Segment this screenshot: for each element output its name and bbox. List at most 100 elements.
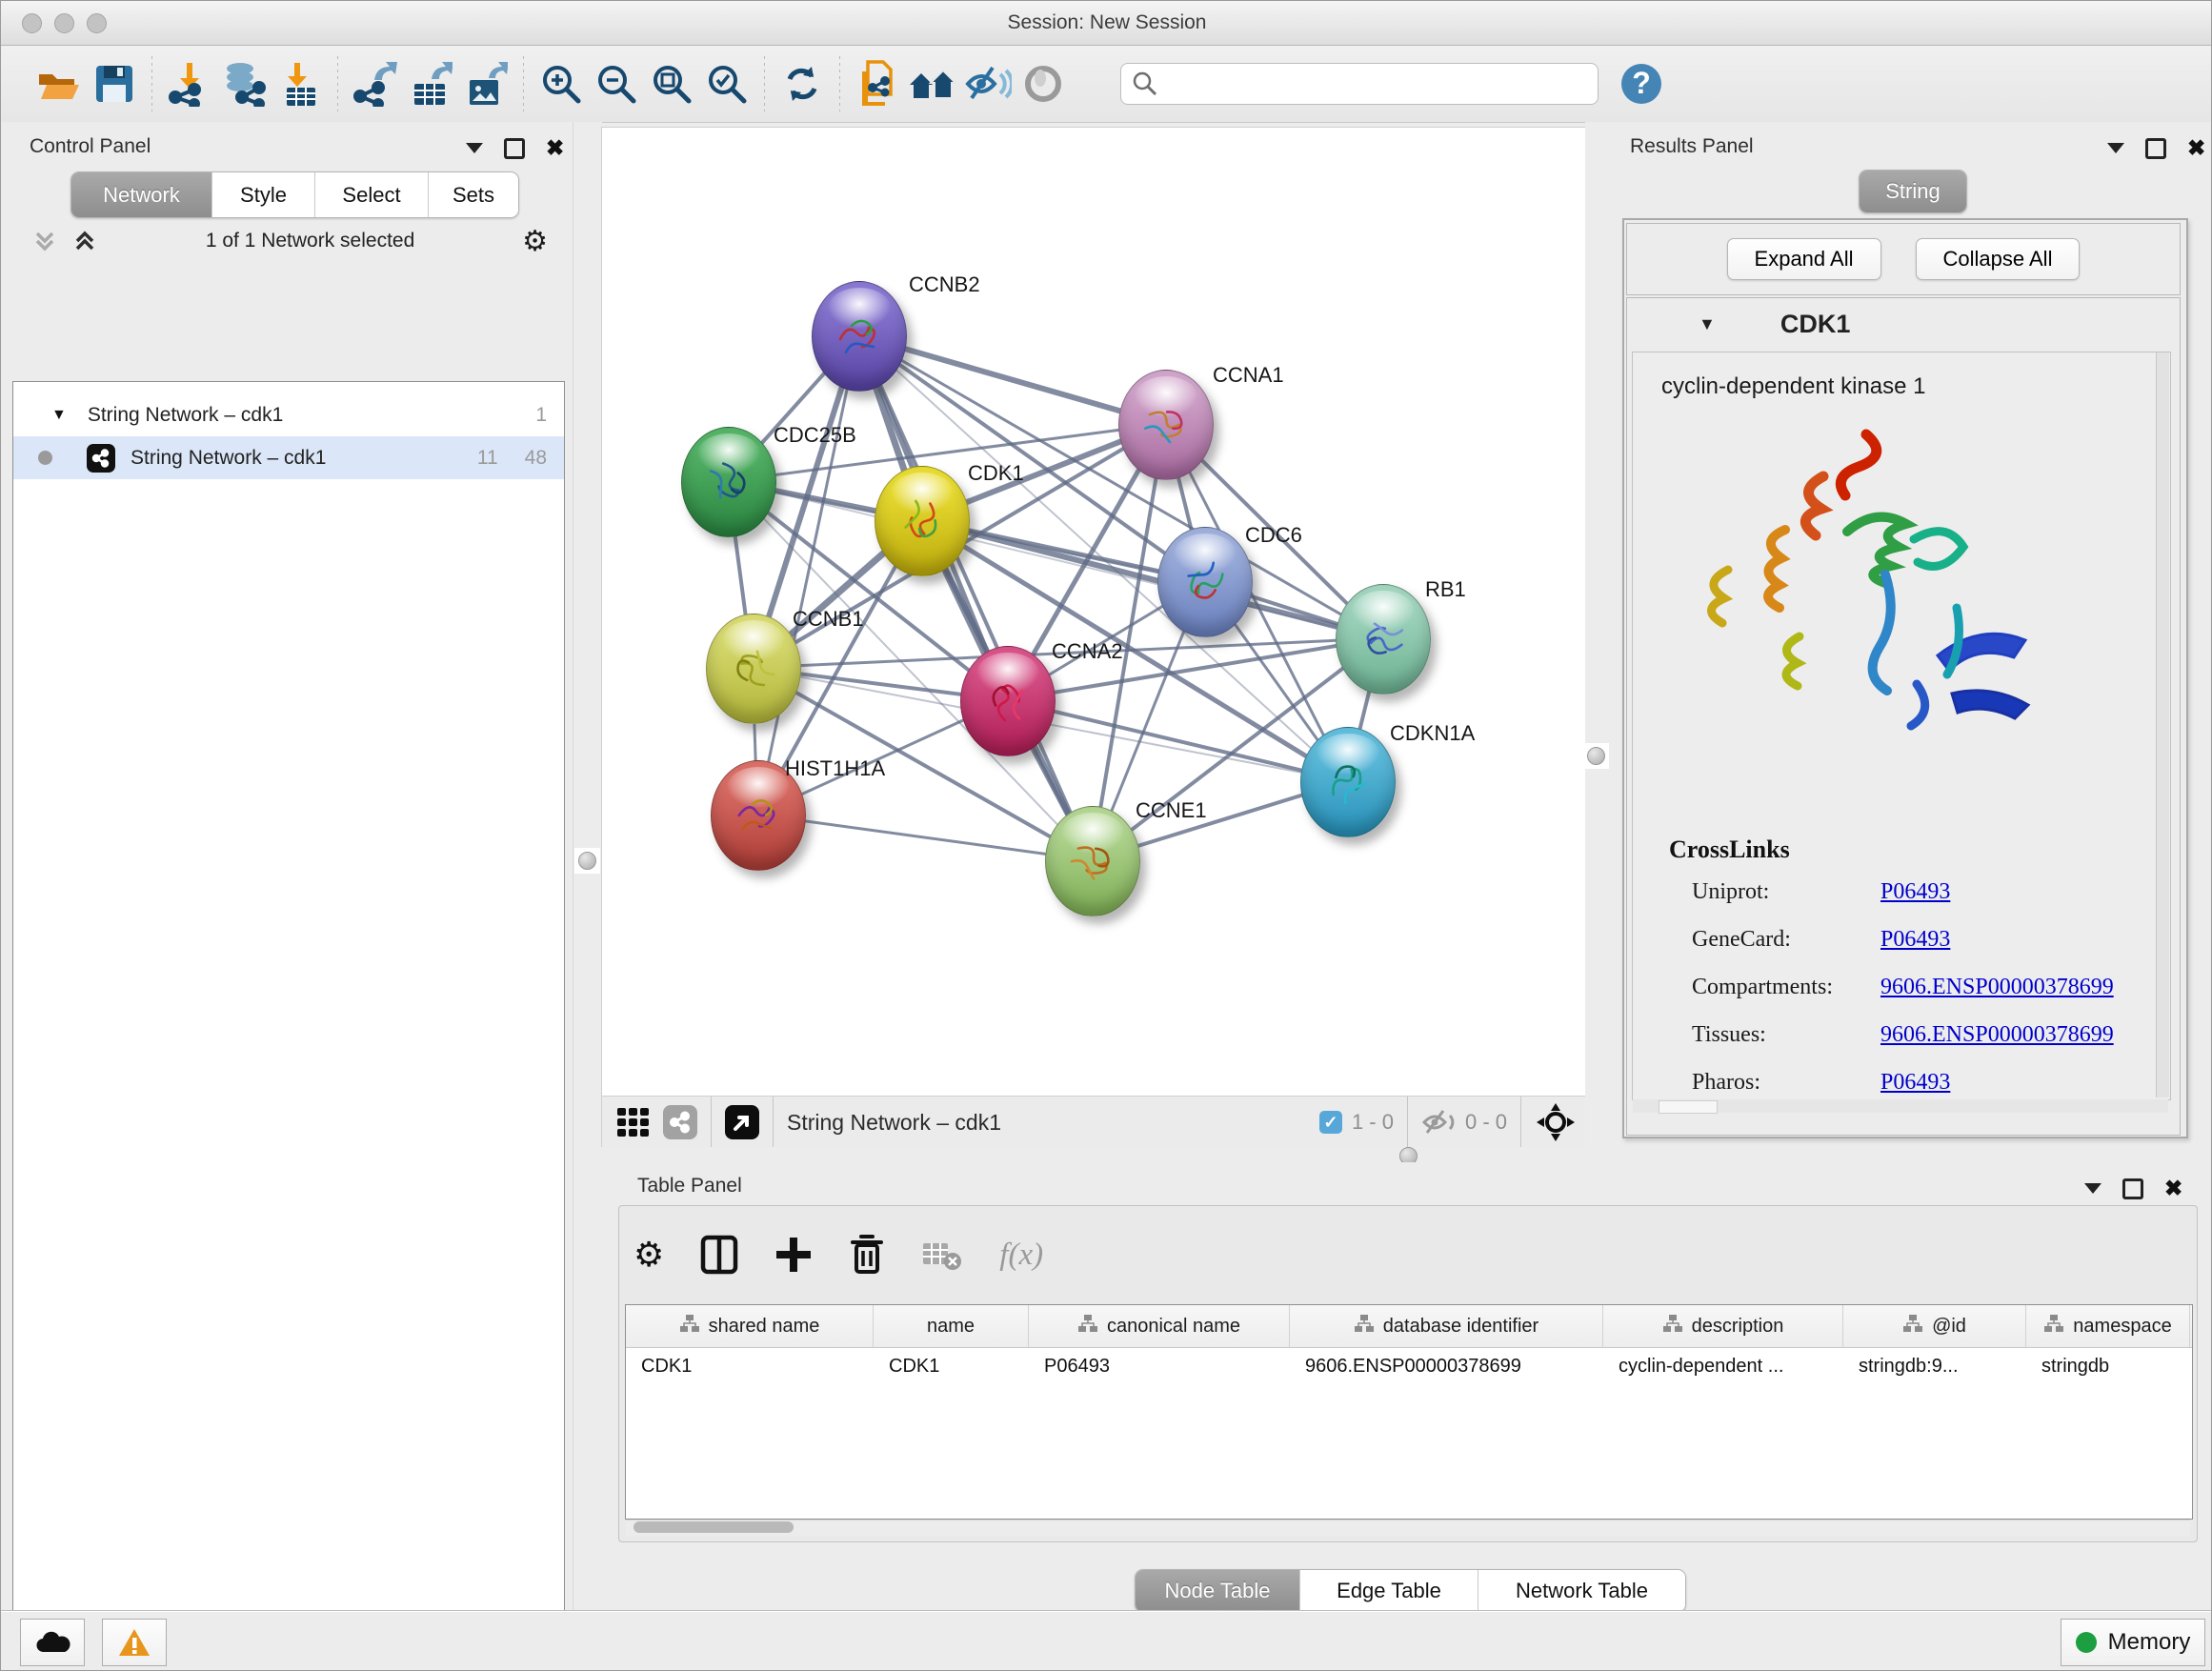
svg-text:?: ?	[1632, 66, 1651, 100]
network-collection-row[interactable]: ▼ String Network – cdk1 1	[13, 393, 564, 436]
import-table-icon[interactable]	[272, 54, 328, 113]
tab-network[interactable]: Network	[71, 172, 212, 217]
crosslink-value-link[interactable]: P06493	[1880, 879, 1950, 905]
network-options-gear-icon[interactable]: ⚙	[522, 225, 548, 258]
tab-select[interactable]: Select	[315, 172, 429, 217]
network-node-CCNE1[interactable]	[1045, 806, 1140, 916]
splitter-grip[interactable]	[574, 848, 600, 874]
cloud-status-button[interactable]	[20, 1619, 85, 1666]
search-bar[interactable]	[1120, 63, 1599, 105]
table-settings-gear-icon[interactable]: ⚙	[633, 1235, 664, 1275]
column-header-namespace[interactable]: namespace	[2026, 1305, 2190, 1347]
birds-eye-view-icon[interactable]	[663, 1105, 697, 1139]
tab-style[interactable]: Style	[212, 172, 315, 217]
warnings-button[interactable]	[102, 1619, 167, 1666]
column-header-canonical-name[interactable]: canonical name	[1029, 1305, 1290, 1347]
network-node-CDC25B[interactable]	[681, 427, 776, 537]
column-header-database-identifier[interactable]: database identifier	[1290, 1305, 1603, 1347]
float-panel-icon[interactable]	[2084, 1183, 2101, 1194]
table-cell[interactable]: CDK1	[626, 1348, 874, 1388]
close-panel-icon[interactable]: ✖	[2187, 137, 2205, 159]
delete-column-trash-icon[interactable]	[849, 1234, 885, 1276]
crosslink-value-link[interactable]: P06493	[1880, 927, 1950, 953]
tab-sets[interactable]: Sets	[429, 172, 518, 217]
network-node-CCNA2[interactable]	[960, 646, 1056, 756]
grid-view-icon[interactable]	[615, 1104, 652, 1140]
help-icon[interactable]: ?	[1614, 54, 1669, 113]
tab-string[interactable]: String	[1860, 171, 1966, 212]
export-table-icon[interactable]	[403, 54, 458, 113]
import-network-database-icon[interactable]	[217, 54, 272, 113]
close-panel-icon[interactable]: ✖	[546, 137, 564, 159]
table-cell[interactable]: CDK1	[874, 1348, 1029, 1388]
node-label-CCNA1: CCNA1	[1213, 363, 1284, 388]
column-header-name[interactable]: name	[874, 1305, 1029, 1347]
network-canvas[interactable]: CCNB2CCNA1CDC25BCDK1CDC6RB1CCNB1CCNA2CDK…	[601, 127, 1587, 1097]
table-row[interactable]: CDK1CDK1P064939606.ENSP00000378699cyclin…	[626, 1348, 2192, 1388]
expand-all-icon[interactable]	[71, 228, 98, 254]
network-row-selected[interactable]: String Network – cdk1 11 48	[13, 436, 564, 479]
table-scrollbar-thumb[interactable]	[633, 1521, 794, 1533]
undock-panel-icon[interactable]	[504, 138, 525, 159]
undock-panel-icon[interactable]	[2122, 1178, 2143, 1199]
hide-unhide-icon[interactable]	[960, 54, 1016, 113]
crosslink-value-link[interactable]: 9606.ENSP00000378699	[1880, 975, 2114, 1000]
float-panel-icon[interactable]	[2107, 143, 2124, 153]
float-panel-icon[interactable]	[466, 143, 483, 153]
table-cell[interactable]: stringdb:9...	[1843, 1348, 2026, 1388]
tab-edge-table[interactable]: Edge Table	[1300, 1570, 1478, 1612]
splitter-grip[interactable]	[1583, 743, 1609, 769]
network-node-RB1[interactable]	[1336, 584, 1431, 695]
open-in-window-icon[interactable]	[725, 1105, 759, 1139]
table-horizontal-scrollbar[interactable]	[626, 1520, 2190, 1536]
search-input[interactable]	[1159, 72, 1563, 96]
network-node-CDKN1A[interactable]	[1300, 727, 1396, 837]
column-header-description[interactable]: description	[1603, 1305, 1843, 1347]
table-cell[interactable]: P06493	[1029, 1348, 1290, 1388]
table-cell[interactable]: cyclin-dependent ...	[1603, 1348, 1843, 1388]
gene-section-header[interactable]: ▼ CDK1	[1626, 297, 2179, 351]
tab-node-table[interactable]: Node Table	[1136, 1570, 1300, 1612]
network-node-CCNA1[interactable]	[1118, 370, 1214, 480]
export-network-icon[interactable]	[348, 54, 403, 113]
zoom-in-icon[interactable]	[533, 54, 589, 113]
zoom-out-icon[interactable]	[589, 54, 644, 113]
left-splitter[interactable]	[573, 122, 602, 1610]
zoom-fit-icon[interactable]	[644, 54, 699, 113]
crosslink-value-link[interactable]: P06493	[1880, 1070, 1950, 1096]
table-cell[interactable]: stringdb	[2026, 1348, 2190, 1388]
close-panel-icon[interactable]: ✖	[2164, 1178, 2182, 1199]
crosslink-value-link[interactable]: 9606.ENSP00000378699	[1880, 1022, 2114, 1048]
table-cell[interactable]: 9606.ENSP00000378699	[1290, 1348, 1603, 1388]
show-columns-icon[interactable]	[700, 1234, 738, 1276]
memory-button[interactable]: Memory	[2061, 1619, 2205, 1666]
collapse-all-button[interactable]: Collapse All	[1916, 238, 2081, 280]
export-image-icon[interactable]	[458, 54, 513, 113]
clone-network-icon[interactable]	[850, 54, 905, 113]
results-scrollbar-thumb[interactable]	[1659, 1100, 1718, 1114]
selected-checkbox-icon[interactable]: ✓	[1319, 1111, 1342, 1134]
section-expand-icon[interactable]: ▼	[1699, 314, 1716, 334]
refresh-icon[interactable]	[774, 54, 830, 113]
add-column-icon[interactable]	[774, 1236, 813, 1274]
import-network-file-icon[interactable]	[162, 54, 217, 113]
network-node-CDC6[interactable]	[1157, 527, 1253, 637]
collection-expand-icon[interactable]: ▼	[51, 407, 67, 424]
column-header-@id[interactable]: @id	[1843, 1305, 2026, 1347]
network-node-CCNB2[interactable]	[812, 281, 907, 392]
expand-all-button[interactable]: Expand All	[1727, 238, 1881, 280]
zoom-selected-icon[interactable]	[699, 54, 754, 113]
network-node-CCNB1[interactable]	[706, 614, 801, 724]
horizontal-splitter[interactable]	[601, 1147, 1585, 1162]
collapse-all-icon[interactable]	[31, 228, 58, 254]
home-view-icon[interactable]	[905, 54, 960, 113]
results-vertical-scrollbar[interactable]	[2156, 352, 2169, 1097]
undock-panel-icon[interactable]	[2145, 138, 2166, 159]
column-header-shared-name[interactable]: shared name	[626, 1305, 874, 1347]
open-session-icon[interactable]	[31, 54, 87, 113]
toggle-view-icon[interactable]	[1016, 54, 1071, 113]
tab-network-table[interactable]: Network Table	[1478, 1570, 1685, 1612]
fit-selected-crosshair-icon[interactable]	[1535, 1101, 1577, 1143]
network-node-CDK1[interactable]	[875, 466, 970, 576]
save-session-icon[interactable]	[87, 54, 142, 113]
